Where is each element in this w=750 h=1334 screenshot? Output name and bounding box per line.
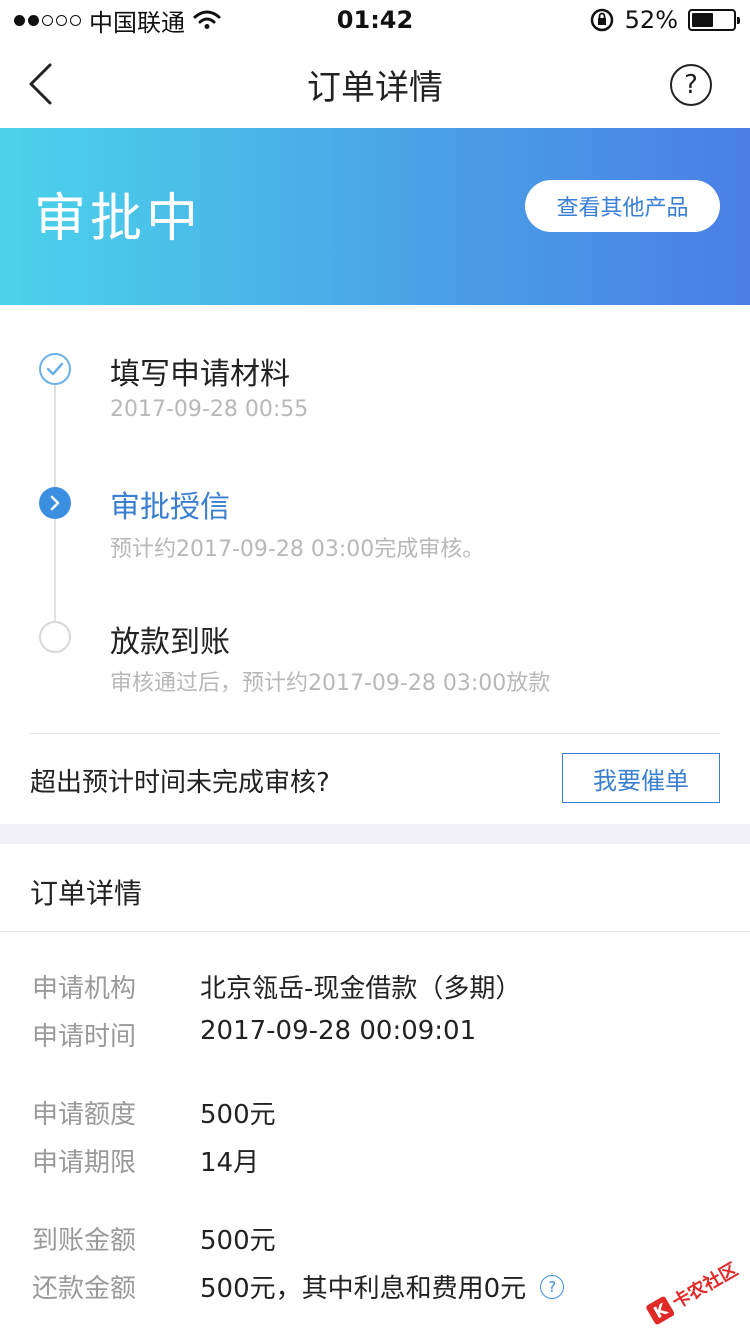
step-subtitle: 2017-09-28 00:55 <box>110 397 309 422</box>
detail-value-text: 500元，其中利息和费用0元 <box>200 1274 527 1304</box>
detail-row: 申请额度 500元 <box>0 1094 750 1134</box>
section-gap <box>0 824 750 844</box>
orientation-lock-icon <box>590 8 613 32</box>
signal-dot <box>28 14 39 26</box>
urge-row: 超出预计时间未完成审核? 我要催单 <box>0 734 750 824</box>
help-circle-icon[interactable]: ? <box>670 64 712 106</box>
signal-dot <box>42 14 53 26</box>
view-other-products-button[interactable]: 查看其他产品 <box>525 180 720 232</box>
detail-label: 申请时间 <box>32 1022 137 1052</box>
detail-label: 申请额度 <box>32 1100 137 1130</box>
watermark-logo: K 卡农社区 <box>640 1248 748 1334</box>
detail-label: 到账金额 <box>32 1226 137 1256</box>
detail-row: 到账金额 500元 <box>0 1220 750 1260</box>
battery-icon <box>688 9 740 31</box>
progress-timeline: 填写申请材料 2017-09-28 00:55 审批授信 预计约2017-09-… <box>0 305 750 733</box>
urge-order-button[interactable]: 我要催单 <box>562 753 720 803</box>
step-title: 填写申请材料 <box>110 357 290 392</box>
step-active-node <box>39 487 71 519</box>
timeline-connector <box>54 385 56 495</box>
signal-strength-icon <box>14 14 81 26</box>
battery-percent: 52% <box>624 6 678 34</box>
step-title: 放款到账 <box>110 625 230 660</box>
detail-label: 申请期限 <box>32 1148 137 1178</box>
page-title: 订单详情 <box>307 67 443 108</box>
step-subtitle: 审核通过后，预计约2017-09-28 03:00放款 <box>110 671 551 696</box>
signal-dot <box>14 14 25 26</box>
repayment-help-icon[interactable]: ? <box>540 1274 565 1299</box>
detail-value-text: 500元 <box>200 1226 276 1256</box>
status-banner: 审批中 查看其他产品 <box>0 128 750 305</box>
detail-section-title: 订单详情 <box>30 877 143 910</box>
detail-row: 申请时间 2017-09-28 00:09:01 <box>0 1016 750 1056</box>
status-bar: 中国联通 01:42 52% <box>0 0 750 40</box>
step-subtitle: 预计约2017-09-28 03:00完成审核。 <box>110 537 485 562</box>
detail-label: 还款金额 <box>32 1274 137 1304</box>
detail-value: 北京瓴岳-现金借款（多期） <box>200 968 521 1005</box>
signal-dot <box>70 14 81 26</box>
detail-value-text: 500元 <box>200 1100 276 1130</box>
status-right: 52% <box>589 6 740 34</box>
wifi-icon <box>193 10 221 29</box>
back-chevron-icon[interactable] <box>26 62 56 106</box>
urge-prompt: 超出预计时间未完成审核? <box>30 768 330 798</box>
step-pending-node <box>39 621 71 653</box>
detail-row: 申请机构 北京瓴岳-现金借款（多期） <box>0 968 750 1008</box>
status-left: 中国联通 <box>14 3 221 38</box>
detail-value-text: 2017-09-28 00:09:01 <box>200 1016 477 1046</box>
detail-value: 500元，其中利息和费用0元 ? <box>200 1268 565 1305</box>
battery-fill <box>692 13 713 27</box>
detail-value-text: 北京瓴岳-现金借款（多期） <box>200 974 522 1004</box>
detail-value: 500元 <box>200 1220 276 1257</box>
step-title: 审批授信 <box>110 490 230 525</box>
chevron-right-icon <box>50 495 60 511</box>
order-status: 审批中 <box>34 189 203 249</box>
step-done-node <box>39 353 71 385</box>
detail-value-text: 14月 <box>200 1148 260 1178</box>
detail-label: 申请机构 <box>32 974 137 1004</box>
detail-row: 还款金额 500元，其中利息和费用0元 ? <box>0 1268 750 1308</box>
signal-dot <box>56 14 67 26</box>
carrier-label: 中国联通 <box>89 8 185 37</box>
detail-value: 2017-09-28 00:09:01 <box>200 1016 476 1046</box>
detail-value: 14月 <box>200 1142 259 1179</box>
nav-bar: 订单详情 ? <box>0 40 750 128</box>
detail-value: 500元 <box>200 1094 276 1131</box>
detail-row: 申请期限 14月 <box>0 1142 750 1182</box>
detail-header: 订单详情 <box>0 844 750 932</box>
check-icon <box>46 362 64 376</box>
timeline-connector <box>54 519 56 627</box>
